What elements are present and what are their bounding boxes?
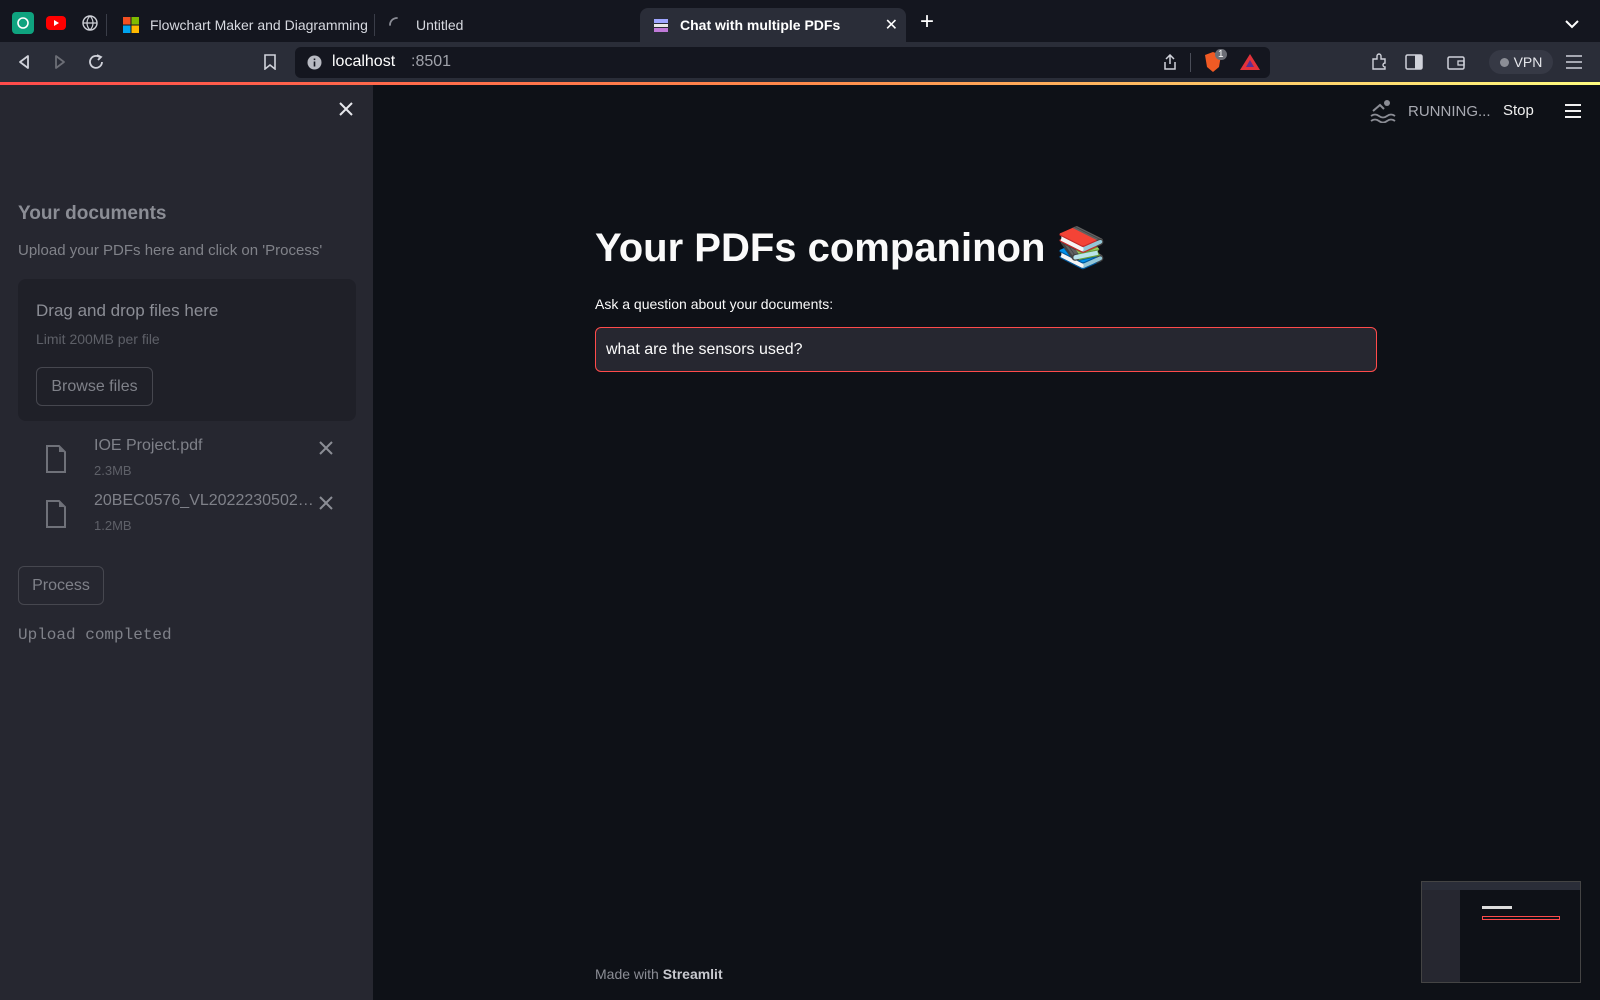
file-name: IOE Project.pdf <box>94 437 203 454</box>
tab-flowchart-maker[interactable]: Flowchart Maker and Diagramming S <box>110 8 370 42</box>
close-sidebar-icon[interactable] <box>338 101 354 122</box>
upload-status-message: Upload completed <box>18 626 172 644</box>
globe-pinned-tab-icon[interactable] <box>79 12 101 34</box>
vpn-status-icon <box>1499 57 1509 67</box>
tab-label: Flowchart Maker and Diagramming S <box>150 17 370 33</box>
question-label: Ask a question about your documents: <box>595 296 834 312</box>
running-label: RUNNING... <box>1408 102 1491 120</box>
streamlit-link[interactable]: Streamlit <box>663 966 723 982</box>
loading-spinner-icon <box>389 17 398 26</box>
footer-prefix: Made with <box>595 966 659 982</box>
page-title: Your PDFs companinon 📚 <box>595 226 1107 270</box>
stop-button[interactable]: Stop <box>1503 102 1534 119</box>
app-sidebar: Your documents Upload your PDFs here and… <box>0 85 373 1000</box>
remove-file-icon[interactable] <box>319 496 333 510</box>
file-size: 2.3MB <box>94 463 132 478</box>
file-icon <box>46 500 66 528</box>
app-menu-icon[interactable] <box>1564 104 1582 123</box>
address-bar[interactable]: localhost :8501 1 <box>295 47 1270 78</box>
brave-rewards-icon[interactable] <box>1239 53 1261 76</box>
process-button[interactable]: Process <box>18 566 104 605</box>
extensions-icon[interactable] <box>1367 50 1391 74</box>
url-port: :8501 <box>411 53 452 70</box>
share-icon[interactable] <box>1163 54 1177 70</box>
tab-untitled[interactable]: Untitled <box>376 8 626 42</box>
question-input[interactable] <box>595 327 1377 372</box>
reload-icon[interactable] <box>84 50 108 74</box>
vpn-button[interactable]: VPN <box>1489 50 1553 74</box>
footer: Made with Streamlit <box>595 966 723 982</box>
tab-close-icon[interactable]: ✕ <box>885 15 898 35</box>
youtube-pinned-tab-icon[interactable] <box>45 12 67 34</box>
site-info-icon[interactable] <box>307 55 322 70</box>
file-size: 1.2MB <box>94 518 132 533</box>
tab-label: Untitled <box>416 17 464 33</box>
bookmark-icon[interactable] <box>258 50 282 74</box>
tab-chat-with-pdfs[interactable]: Chat with multiple PDFs ✕ <box>640 8 906 42</box>
new-tab-icon[interactable]: + <box>920 10 934 34</box>
browser-tab-bar: Flowchart Maker and Diagramming S Untitl… <box>0 0 1600 42</box>
chatgpt-pinned-tab-icon[interactable] <box>12 12 34 34</box>
tab-list-chevron-icon[interactable] <box>1565 16 1579 34</box>
uploaded-file-row: IOE Project.pdf 2.3MB <box>18 437 356 487</box>
remove-file-icon[interactable] <box>319 441 333 455</box>
microsoft-icon <box>123 17 139 33</box>
screen-preview-thumbnail <box>1421 881 1581 983</box>
back-icon[interactable] <box>12 50 36 74</box>
tab-label: Chat with multiple PDFs <box>680 17 841 33</box>
uploaded-file-row: 20BEC0576_VL2022230502… 1.2MB <box>18 492 356 542</box>
running-status: RUNNING... <box>1370 99 1491 123</box>
forward-icon[interactable] <box>48 50 72 74</box>
sidebar-title: Your documents <box>18 203 167 224</box>
file-icon <box>46 445 66 473</box>
file-dropzone[interactable]: Drag and drop files here Limit 200MB per… <box>18 279 356 421</box>
vpn-label: VPN <box>1513 54 1543 70</box>
sidebar-toggle-icon[interactable] <box>1402 50 1426 74</box>
shield-count-badge: 1 <box>1215 49 1227 60</box>
brave-shields-icon[interactable]: 1 <box>1203 49 1227 73</box>
dropzone-limit: Limit 200MB per file <box>36 331 160 347</box>
file-name: 20BEC0576_VL2022230502… <box>94 492 314 509</box>
dropzone-text: Drag and drop files here <box>36 301 219 320</box>
swimmer-icon <box>1370 100 1396 123</box>
books-icon <box>654 19 668 32</box>
sidebar-subtitle: Upload your PDFs here and click on 'Proc… <box>18 242 323 259</box>
url-host: localhost <box>332 53 396 70</box>
browse-files-button[interactable]: Browse files <box>36 367 153 406</box>
wallet-icon[interactable] <box>1444 50 1468 74</box>
browser-menu-icon[interactable] <box>1562 50 1586 74</box>
